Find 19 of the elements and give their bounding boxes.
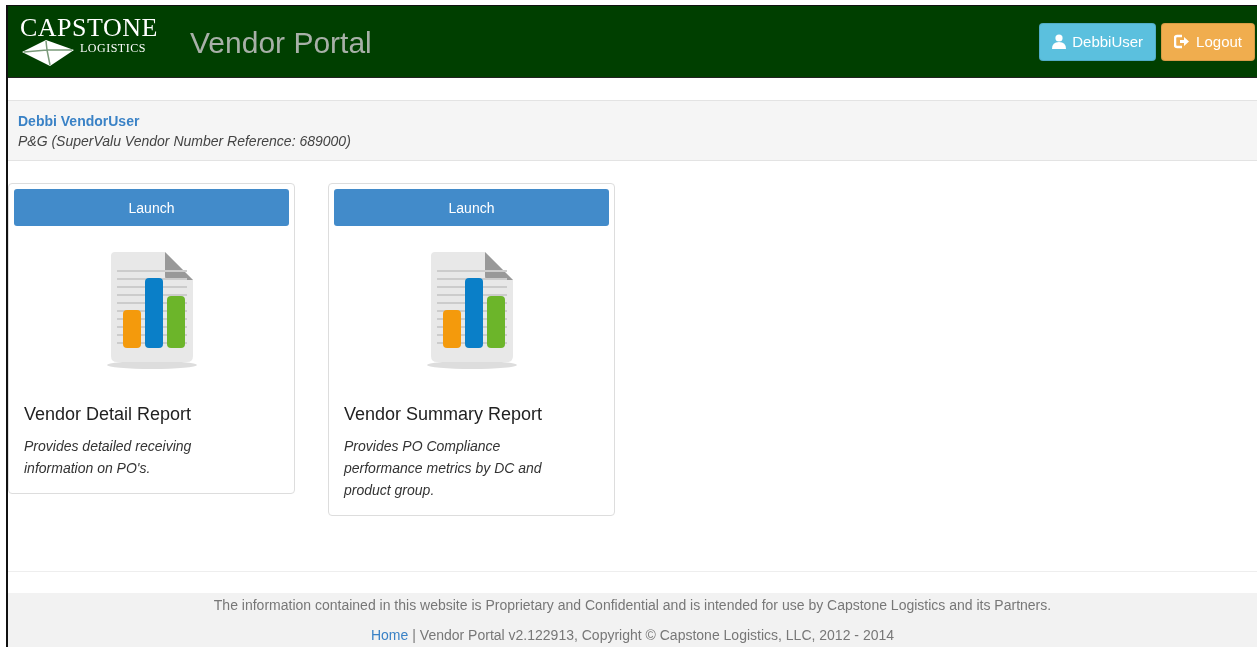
confidentiality-notice: The information contained in this website is Proprietary and Confidential and is intended for use by Capstone Logistics and its Partners. — [213, 597, 1052, 613]
launch-button[interactable]: Launch — [14, 189, 289, 226]
logout-icon — [1174, 34, 1191, 49]
user-name: Debbi VendorUser — [18, 113, 141, 129]
report-description: Provides detailed receiving information on PO's. — [24, 437, 193, 478]
report-title: Vendor Detail Report — [24, 404, 193, 425]
logo-subtext: LOGISTICS — [80, 41, 146, 56]
report-title: Vendor Summary Report — [344, 404, 544, 425]
report-description: Provides PO Compliance performance metrics by DC and product group. — [344, 437, 543, 500]
logo-text: CAPSTONE — [20, 15, 159, 40]
home-link[interactable]: Home — [370, 627, 409, 643]
user-icon — [1052, 34, 1067, 49]
vendor-reference: P&G (SuperValu Vendor Number Reference: 689000) — [18, 133, 352, 149]
app-title: Vendor Portal — [190, 25, 372, 60]
user-button[interactable]: DebbiUser — [1039, 22, 1157, 61]
copyright-text: | Vendor Portal v2.122913, Copyright © Capstone Logistics, LLC, 2012 - 2014 — [412, 627, 895, 643]
launch-button[interactable]: Launch — [334, 189, 609, 226]
logo-icon — [20, 37, 76, 68]
logout-button[interactable]: Logout — [1161, 22, 1255, 61]
